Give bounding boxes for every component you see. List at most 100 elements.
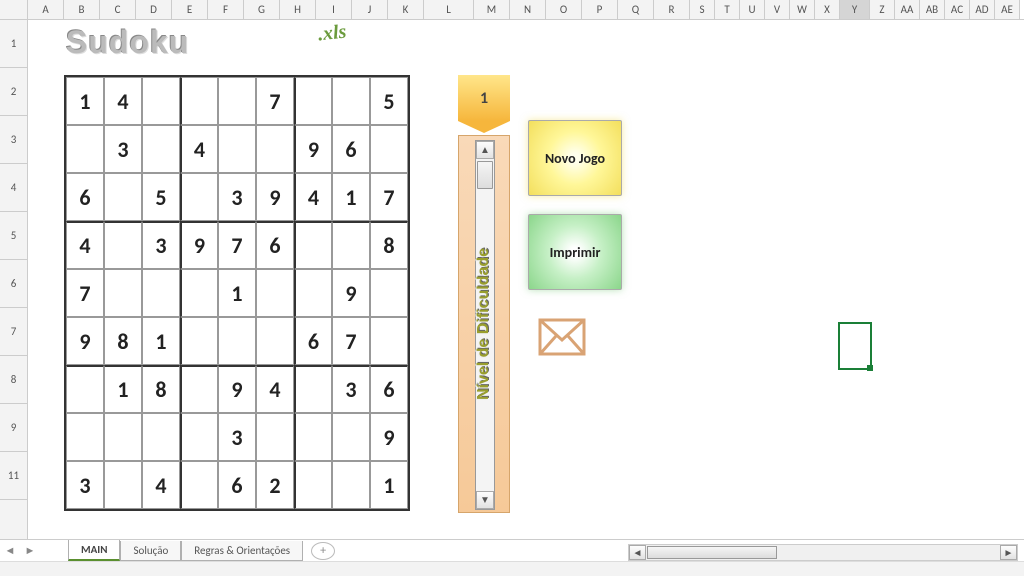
col-header-A[interactable]: A xyxy=(28,0,64,19)
sudoku-cell-r3-c8[interactable]: 8 xyxy=(370,221,408,269)
col-header-U[interactable]: U xyxy=(740,0,765,19)
sudoku-cell-r6-c8[interactable]: 6 xyxy=(370,365,408,413)
sudoku-cell-r5-c7[interactable]: 7 xyxy=(332,317,370,365)
hscroll-right-arrow[interactable]: ► xyxy=(1000,545,1017,560)
col-header-AC[interactable]: AC xyxy=(945,0,970,19)
sudoku-cell-r0-c0[interactable]: 1 xyxy=(66,77,104,125)
sudoku-cell-r2-c3[interactable] xyxy=(180,173,218,221)
col-header-Y[interactable]: Y xyxy=(840,0,870,19)
sudoku-cell-r5-c5[interactable] xyxy=(256,317,294,365)
sudoku-cell-r3-c0[interactable]: 4 xyxy=(66,221,104,269)
sudoku-cell-r8-c5[interactable]: 2 xyxy=(256,461,294,509)
row-header-4[interactable]: 4 xyxy=(0,164,27,212)
sudoku-cell-r3-c3[interactable]: 9 xyxy=(180,221,218,269)
col-header-G[interactable]: G xyxy=(244,0,280,19)
row-header-8[interactable]: 8 xyxy=(0,356,27,404)
sudoku-cell-r4-c3[interactable] xyxy=(180,269,218,317)
active-cell-selection[interactable] xyxy=(838,322,872,370)
col-header-AB[interactable]: AB xyxy=(920,0,945,19)
sudoku-cell-r4-c2[interactable] xyxy=(142,269,180,317)
sudoku-cell-r5-c4[interactable] xyxy=(218,317,256,365)
sudoku-cell-r4-c7[interactable]: 9 xyxy=(332,269,370,317)
sudoku-cell-r7-c6[interactable] xyxy=(294,413,332,461)
sudoku-cell-r4-c1[interactable] xyxy=(104,269,142,317)
horizontal-scrollbar[interactable]: ◄ ► xyxy=(628,544,1018,561)
col-header-AD[interactable]: AD xyxy=(970,0,995,19)
sudoku-cell-r7-c3[interactable] xyxy=(180,413,218,461)
col-header-M[interactable]: M xyxy=(474,0,510,19)
sudoku-cell-r5-c1[interactable]: 8 xyxy=(104,317,142,365)
sudoku-cell-r2-c5[interactable]: 9 xyxy=(256,173,294,221)
sudoku-cell-r2-c4[interactable]: 3 xyxy=(218,173,256,221)
sudoku-cell-r3-c7[interactable] xyxy=(332,221,370,269)
sudoku-cell-r7-c2[interactable] xyxy=(142,413,180,461)
sudoku-cell-r7-c4[interactable]: 3 xyxy=(218,413,256,461)
row-header-2[interactable]: 2 xyxy=(0,68,27,116)
sudoku-cell-r7-c1[interactable] xyxy=(104,413,142,461)
sudoku-cell-r8-c4[interactable]: 6 xyxy=(218,461,256,509)
sudoku-cell-r7-c5[interactable] xyxy=(256,413,294,461)
sudoku-cell-r4-c8[interactable] xyxy=(370,269,408,317)
hscroll-thumb[interactable] xyxy=(647,546,777,559)
new-game-button[interactable]: Novo Jogo xyxy=(528,120,622,196)
sudoku-cell-r5-c8[interactable] xyxy=(370,317,408,365)
sudoku-cell-r3-c6[interactable] xyxy=(294,221,332,269)
select-all-corner[interactable] xyxy=(0,0,28,19)
row-header-1[interactable]: 1 xyxy=(0,20,27,68)
row-header-9[interactable]: 9 xyxy=(0,404,27,452)
sudoku-cell-r6-c4[interactable]: 9 xyxy=(218,365,256,413)
row-header-6[interactable]: 6 xyxy=(0,260,27,308)
sudoku-cell-r0-c1[interactable]: 4 xyxy=(104,77,142,125)
col-header-N[interactable]: N xyxy=(510,0,546,19)
sudoku-cell-r2-c8[interactable]: 7 xyxy=(370,173,408,221)
scroll-down-arrow[interactable]: ▼ xyxy=(476,491,494,509)
sudoku-cell-r0-c5[interactable]: 7 xyxy=(256,77,294,125)
sudoku-cell-r8-c7[interactable] xyxy=(332,461,370,509)
sudoku-cell-r8-c0[interactable]: 3 xyxy=(66,461,104,509)
sudoku-cell-r4-c0[interactable]: 7 xyxy=(66,269,104,317)
sudoku-cell-r8-c1[interactable] xyxy=(104,461,142,509)
sudoku-cell-r5-c0[interactable]: 9 xyxy=(66,317,104,365)
sudoku-cell-r2-c7[interactable]: 1 xyxy=(332,173,370,221)
sudoku-cell-r6-c3[interactable] xyxy=(180,365,218,413)
sudoku-cell-r1-c6[interactable]: 9 xyxy=(294,125,332,173)
col-header-X[interactable]: X xyxy=(815,0,840,19)
scroll-thumb[interactable] xyxy=(477,161,493,189)
sudoku-cell-r3-c1[interactable] xyxy=(104,221,142,269)
row-header-3[interactable]: 3 xyxy=(0,116,27,164)
hscroll-left-arrow[interactable]: ◄ xyxy=(629,545,646,560)
sheet-tab-solu-o[interactable]: Solução xyxy=(120,541,181,561)
sudoku-cell-r6-c6[interactable] xyxy=(294,365,332,413)
sudoku-cell-r0-c4[interactable] xyxy=(218,77,256,125)
col-header-D[interactable]: D xyxy=(136,0,172,19)
scroll-up-arrow[interactable]: ▲ xyxy=(476,141,494,159)
sudoku-cell-r8-c8[interactable]: 1 xyxy=(370,461,408,509)
sudoku-cell-r5-c3[interactable] xyxy=(180,317,218,365)
sudoku-cell-r0-c6[interactable] xyxy=(294,77,332,125)
col-header-I[interactable]: I xyxy=(316,0,352,19)
sudoku-cell-r6-c2[interactable]: 8 xyxy=(142,365,180,413)
sudoku-cell-r1-c3[interactable]: 4 xyxy=(180,125,218,173)
col-header-F[interactable]: F xyxy=(208,0,244,19)
sudoku-cell-r1-c0[interactable] xyxy=(66,125,104,173)
sudoku-cell-r6-c1[interactable]: 1 xyxy=(104,365,142,413)
sudoku-cell-r1-c2[interactable] xyxy=(142,125,180,173)
row-header-5[interactable]: 5 xyxy=(0,212,27,260)
col-header-L[interactable]: L xyxy=(424,0,474,19)
col-header-W[interactable]: W xyxy=(790,0,815,19)
sheet-tab-regras-orienta-es[interactable]: Regras & Orientações xyxy=(181,541,303,561)
sudoku-cell-r0-c3[interactable] xyxy=(180,77,218,125)
row-header-7[interactable]: 7 xyxy=(0,308,27,356)
worksheet-area[interactable]: Sudoku .xls 1475349665394174397687199816… xyxy=(28,20,1024,544)
col-header-O[interactable]: O xyxy=(546,0,582,19)
tab-nav-arrows[interactable]: ◄ ► xyxy=(0,544,62,557)
print-button[interactable]: Imprimir xyxy=(528,214,622,290)
col-header-AA[interactable]: AA xyxy=(895,0,920,19)
sudoku-cell-r6-c5[interactable]: 4 xyxy=(256,365,294,413)
col-header-T[interactable]: T xyxy=(715,0,740,19)
col-header-Z[interactable]: Z xyxy=(870,0,895,19)
col-header-P[interactable]: P xyxy=(582,0,618,19)
sudoku-cell-r6-c0[interactable] xyxy=(66,365,104,413)
col-header-K[interactable]: K xyxy=(388,0,424,19)
sudoku-cell-r5-c6[interactable]: 6 xyxy=(294,317,332,365)
